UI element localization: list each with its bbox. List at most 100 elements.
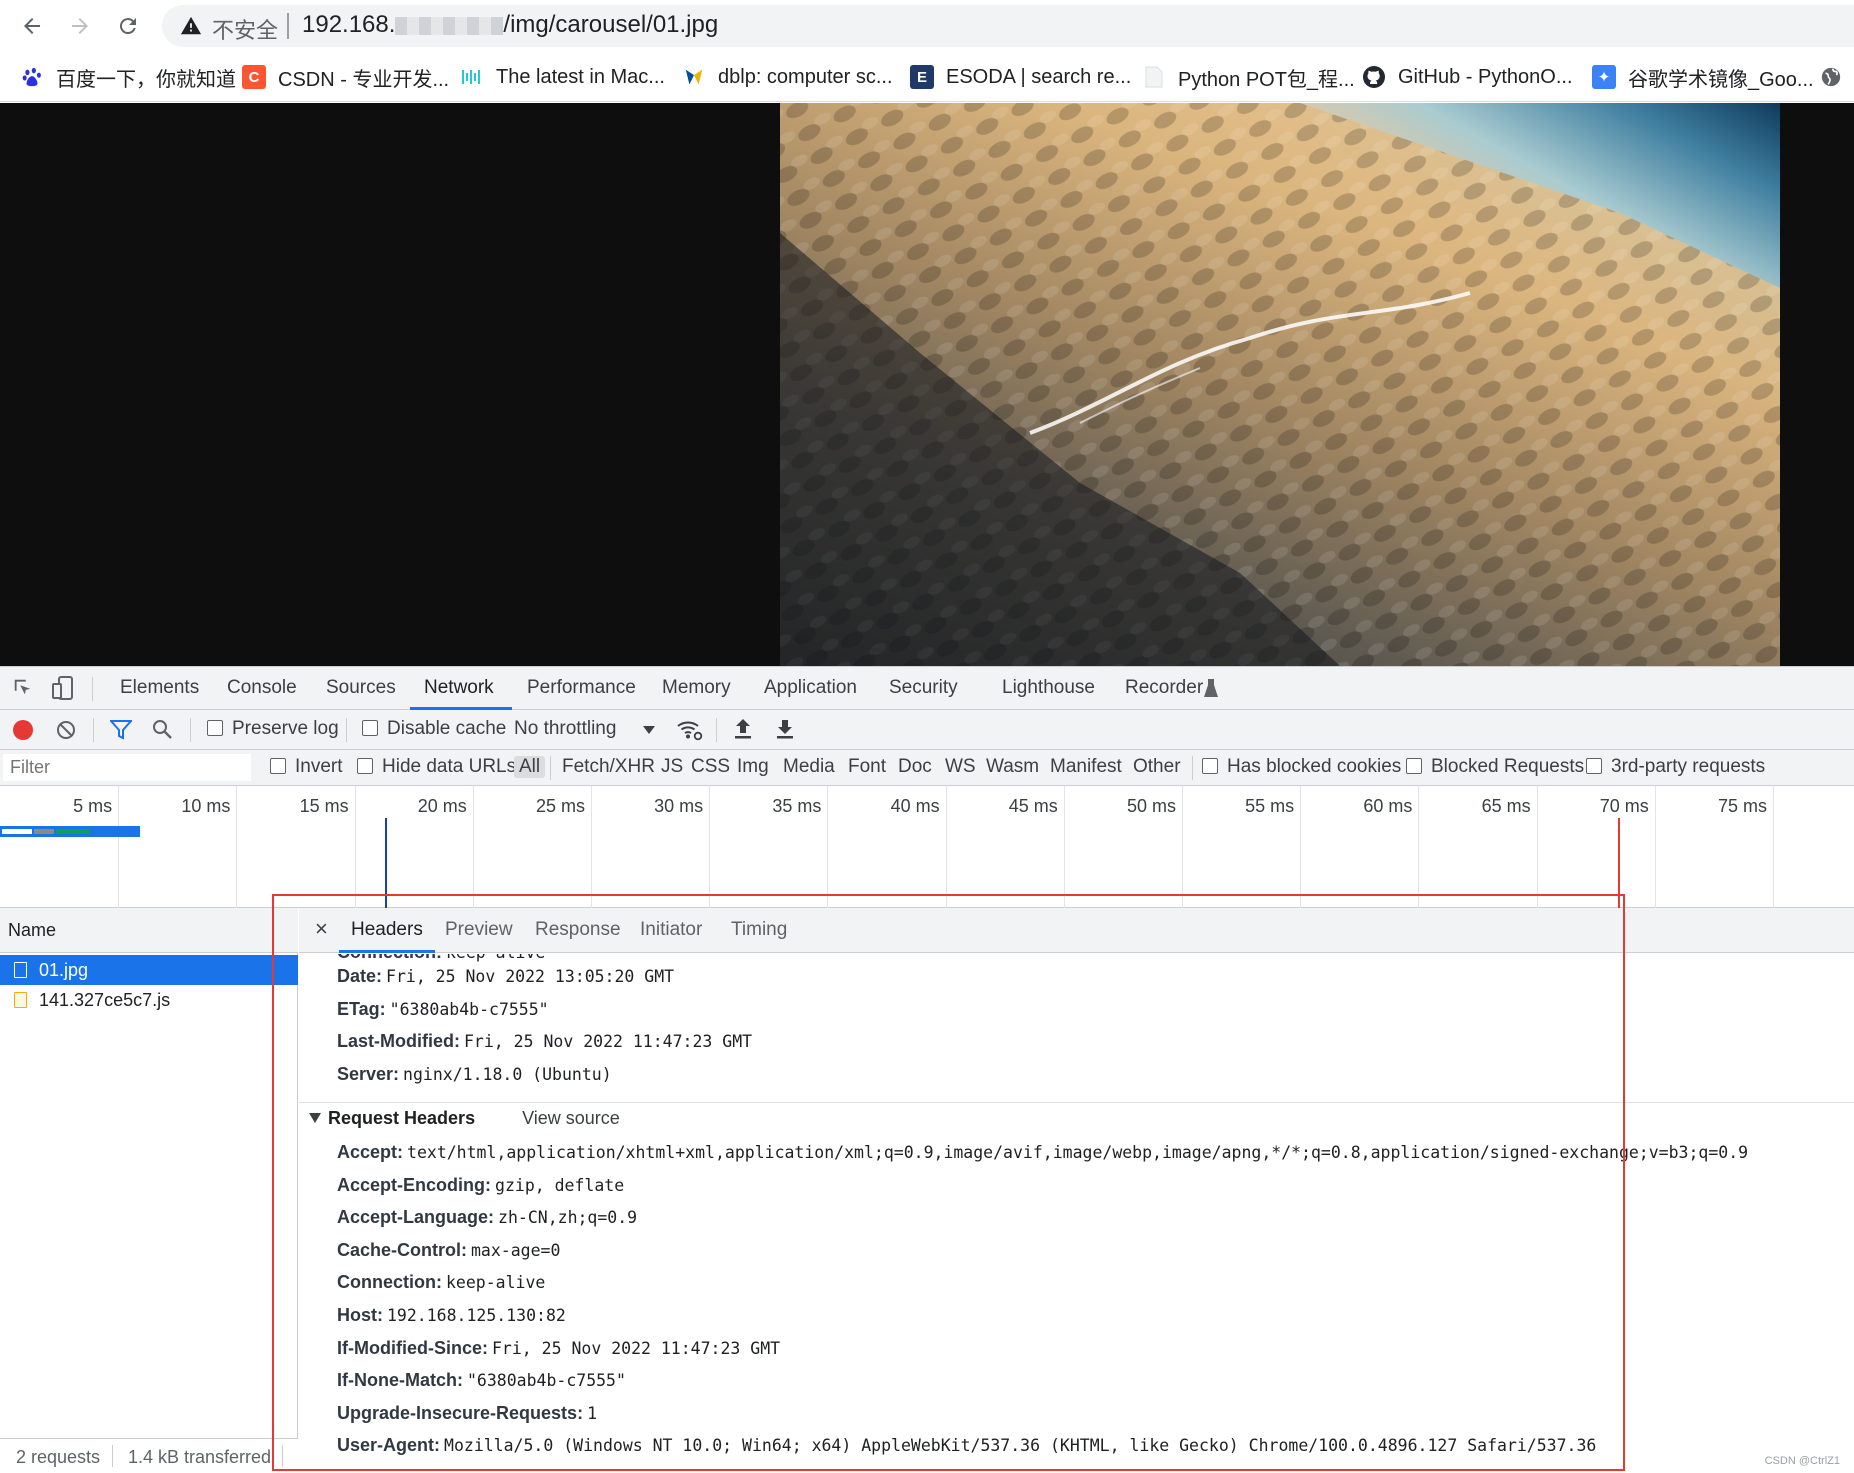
timeline-gridline (118, 786, 120, 908)
bookmark-papers-with-code[interactable]: The latest in Mac... (460, 62, 665, 92)
tab-headers[interactable]: Headers (351, 919, 423, 941)
inspect-element-icon[interactable] (12, 677, 34, 699)
filter-type-ws[interactable]: WS (945, 756, 976, 778)
header-value: Fri, 25 Nov 2022 13:05:20 GMT (386, 967, 675, 986)
timeline-tick-label: 70 ms (1599, 796, 1649, 816)
tab-preview[interactable]: Preview (445, 919, 513, 941)
reload-button[interactable] (110, 8, 146, 44)
network-status-bar: 2 requests 1.4 kB transferred (0, 1438, 298, 1473)
paperswithcode-icon (460, 65, 484, 89)
tab-console[interactable]: Console (227, 677, 297, 699)
header-name: If-None-Match: (337, 1370, 463, 1391)
network-overview-timeline[interactable]: 5 ms 10 ms 15 ms 20 ms 25 ms 30 ms 35 ms 40 ms 4… (0, 786, 1854, 908)
url-text[interactable]: 192.168. /img/carousel/01.jpg (302, 11, 718, 39)
bookmark-dblp[interactable]: dblp: computer sc... (682, 62, 893, 92)
device-toolbar-icon[interactable] (52, 676, 74, 700)
view-source-link[interactable]: View source (522, 1108, 620, 1128)
tab-sources[interactable]: Sources (326, 677, 396, 699)
bookmark-label: dblp: computer sc... (718, 65, 893, 88)
watermark: CSDN @CtrlZ1 (1764, 1455, 1840, 1467)
invert-checkbox[interactable]: Invert (270, 756, 343, 778)
throttling-value: No throttling (514, 718, 617, 739)
address-bar[interactable]: 不安全 192.168. /img/carousel/01.jpg (162, 5, 1854, 47)
checkbox[interactable] (1406, 758, 1422, 774)
filter-type-manifest[interactable]: Manifest (1050, 756, 1122, 778)
tab-lighthouse[interactable]: Lighthouse (1002, 677, 1095, 699)
checkbox[interactable] (357, 758, 373, 774)
request-row[interactable]: 01.jpg (0, 955, 298, 985)
bookmark-python-pot[interactable]: Python POT包_程... (1142, 62, 1355, 92)
dom-content-loaded-marker (385, 818, 387, 908)
checkbox[interactable] (270, 758, 286, 774)
filter-type-css[interactable]: CSS (691, 756, 730, 778)
filter-type-font[interactable]: Font (848, 756, 886, 778)
tab-performance[interactable]: Performance (527, 677, 636, 699)
request-row[interactable]: 141.327ce5c7.js (0, 985, 298, 1015)
preserve-log-checkbox[interactable]: Preserve log (207, 718, 339, 740)
dropdown-arrow-icon[interactable] (643, 726, 655, 734)
request-detail-panel: × Headers Preview Response Initiator Tim… (299, 908, 1854, 1473)
network-conditions-icon[interactable] (676, 718, 704, 742)
checkbox[interactable] (1586, 758, 1602, 774)
blocked-requests-checkbox[interactable]: Blocked Requests (1406, 756, 1584, 778)
filter-type-doc[interactable]: Doc (898, 756, 932, 778)
filter-type-wasm[interactable]: Wasm (986, 756, 1039, 778)
tab-memory[interactable]: Memory (662, 677, 731, 699)
other-bookmarks-button[interactable] (1820, 62, 1842, 92)
has-blocked-cookies-checkbox[interactable]: Has blocked cookies (1202, 756, 1401, 778)
requests-table-header[interactable]: Name (0, 908, 298, 953)
divider (550, 756, 551, 780)
filter-type-js[interactable]: JS (661, 756, 683, 778)
network-toolbar: Preserve log Disable cache No throttling (0, 710, 1854, 750)
filter-type-all[interactable]: All (514, 756, 546, 778)
record-button[interactable] (13, 720, 33, 740)
close-icon[interactable]: × (315, 916, 328, 942)
header-name: Accept-Encoding: (337, 1174, 492, 1195)
section-divider (299, 1102, 1854, 1103)
clear-icon[interactable] (56, 720, 76, 740)
tab-security[interactable]: Security (889, 677, 958, 699)
bookmark-github[interactable]: GitHub - PythonO... (1362, 62, 1573, 92)
tab-timing[interactable]: Timing (731, 919, 787, 941)
timeline-gridline (472, 786, 474, 908)
forward-button[interactable] (62, 8, 98, 44)
header-name: Connection: (337, 1272, 442, 1293)
header-row: If-None-Match: "6380ab4b-c7555" (337, 1370, 626, 1391)
tab-initiator[interactable]: Initiator (640, 919, 702, 941)
third-party-requests-checkbox[interactable]: 3rd-party requests (1586, 756, 1765, 778)
tab-network[interactable]: Network (424, 677, 494, 699)
back-button[interactable] (14, 8, 50, 44)
filter-type-media[interactable]: Media (783, 756, 835, 778)
request-headers-section-header[interactable]: Request Headers View source (309, 1108, 620, 1129)
import-har-icon[interactable] (734, 718, 752, 740)
flask-icon (1204, 679, 1218, 697)
checkbox[interactable] (207, 720, 223, 736)
export-har-icon[interactable] (776, 718, 794, 740)
checkbox[interactable] (362, 720, 378, 736)
bookmarks-bar: 百度一下，你就知道 C CSDN - 专业开发... The latest in… (0, 52, 1854, 102)
filter-funnel-icon[interactable] (110, 720, 132, 740)
filter-input[interactable] (3, 754, 251, 781)
tab-response[interactable]: Response (535, 919, 621, 941)
tab-recorder[interactable]: Recorder (1125, 677, 1203, 699)
header-row: User-Agent: Mozilla/5.0 (Windows NT 10.0;… (337, 1435, 1596, 1456)
filter-type-other[interactable]: Other (1133, 756, 1181, 778)
disable-cache-checkbox[interactable]: Disable cache (362, 718, 506, 740)
tab-elements[interactable]: Elements (120, 677, 199, 699)
filter-type-img[interactable]: Img (737, 756, 769, 778)
bookmark-label: GitHub - PythonO... (1398, 65, 1573, 88)
throttling-select[interactable]: No throttling (514, 718, 616, 740)
search-icon[interactable] (152, 719, 172, 739)
timeline-gridline (1063, 786, 1065, 908)
blocked-requests-label: Blocked Requests (1431, 756, 1585, 777)
timeline-gridline (945, 786, 947, 908)
bookmark-baidu[interactable]: 百度一下，你就知道 (20, 62, 236, 92)
bookmark-scholar-mirror[interactable]: ✦ 谷歌学术镜像_Goo... (1592, 62, 1814, 92)
hide-data-urls-checkbox[interactable]: Hide data URLs (357, 756, 516, 778)
bookmark-csdn[interactable]: C CSDN - 专业开发... (242, 62, 449, 92)
filter-type-fetch-xhr[interactable]: Fetch/XHR (562, 756, 655, 778)
header-value: 1 (587, 1403, 597, 1423)
checkbox[interactable] (1202, 758, 1218, 774)
bookmark-esoda[interactable]: E ESODA | search re... (910, 62, 1131, 92)
tab-application[interactable]: Application (764, 677, 857, 699)
